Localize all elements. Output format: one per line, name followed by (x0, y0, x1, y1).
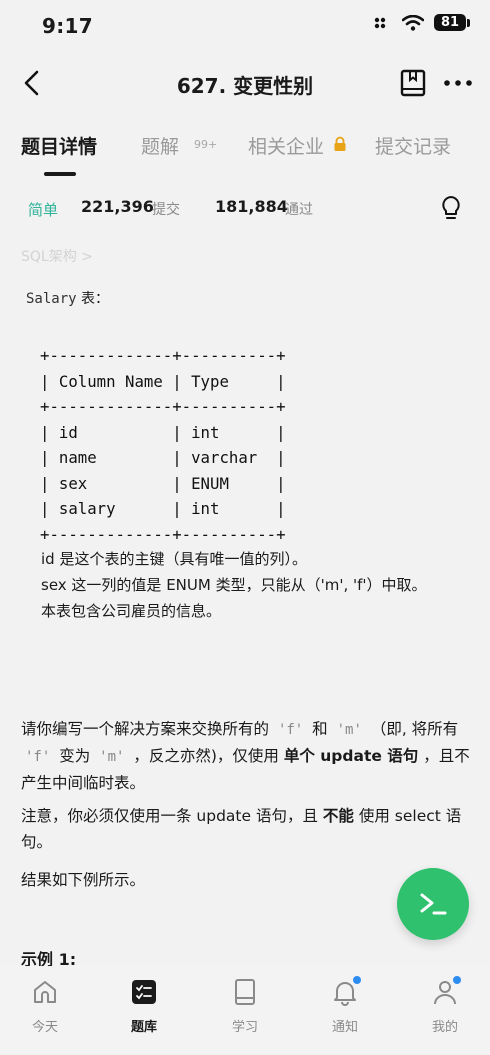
nav-today-label: 今天 (31, 1020, 58, 1035)
table-name-line: Salary 表： (26, 288, 109, 308)
problem-stats: 简单 221,396 提交 181,884 通过 (0, 195, 490, 225)
nav-problems-label: 题库 (130, 1020, 157, 1035)
more-options-icon[interactable] (442, 70, 474, 96)
table-name-code: Salary (26, 291, 77, 307)
profile-dot (453, 976, 461, 984)
nav-me[interactable]: 我的 (405, 976, 485, 1035)
sql-schema-link[interactable]: SQL架构 > (21, 246, 93, 266)
tab-submissions[interactable]: 提交记录 (375, 132, 451, 159)
text: 请你编写一个解决方案来交换所有的 (21, 720, 274, 738)
home-icon (34, 981, 56, 1003)
accepted-label: 通过 (285, 202, 313, 218)
nav-today[interactable]: 今天 (5, 978, 85, 1035)
tab-bar: 题目详情 题解 99+ 相关企业 提交记录 (0, 128, 490, 180)
status-time: 9:17 (42, 14, 93, 38)
nav-study-label: 学习 (231, 1020, 258, 1035)
nav-bar: 627. 变更性别 (0, 56, 490, 112)
task-description: 请你编写一个解决方案来交换所有的 'f' 和 'm' （即, 将所有 'f' 变… (21, 716, 471, 796)
nav-problems[interactable]: 题库 (104, 978, 184, 1035)
wifi-icon (402, 14, 424, 31)
cellular-icon (374, 17, 386, 28)
text: ，反之亦然)，仅使用 (128, 747, 284, 765)
battery-icon (467, 18, 470, 27)
lock-icon (334, 136, 346, 151)
inline-code: 'f' (277, 722, 304, 738)
notebook-icon[interactable] (398, 68, 428, 98)
battery-level: 81 (434, 14, 466, 31)
schema-notes: id 是这个表的主键（具有唯一值的列）。 sex 这一列的值是 ENUM 类型，… (41, 546, 461, 624)
bold-text: 不能 (322, 807, 354, 825)
nav-notifications[interactable]: 通知 (305, 976, 385, 1035)
submissions-label: 提交 (152, 202, 180, 218)
code-editor-button[interactable] (397, 868, 469, 940)
task-note: 注意，你必须仅使用一条 update 语句，且 不能 使用 select 语句。 (21, 803, 471, 855)
note-primary-key: id 是这个表的主键（具有唯一值的列）。 (41, 550, 307, 568)
nav-study[interactable]: 学习 (205, 978, 285, 1035)
table-name-suffix: 表： (76, 291, 110, 307)
active-tab-indicator (44, 172, 76, 176)
notification-dot (353, 976, 361, 984)
note-sex-enum: sex 这一列的值是 ENUM 类型，只能从（'m', 'f'）中取。 (41, 576, 427, 594)
nav-me-label: 我的 (431, 1020, 458, 1035)
schema-table: +-------------+----------+ | Column Name… (40, 346, 286, 544)
problem-list-icon (132, 980, 156, 1004)
tab-companies[interactable]: 相关企业 (248, 132, 324, 159)
tab-detail[interactable]: 题目详情 (21, 132, 97, 159)
note-table-info: 本表包含公司雇员的信息。 (41, 602, 222, 620)
terminal-icon (420, 893, 447, 915)
inline-code: 'm' (336, 722, 362, 738)
bottom-nav: 今天 题库 学习 通知 我的 (0, 966, 490, 1055)
accepted-count: 181,884 (215, 197, 288, 216)
status-bar: 9:17 81 (0, 0, 490, 52)
text: （即, 将所有 (365, 720, 459, 738)
difficulty-label: 简单 (28, 201, 59, 219)
inline-code: 'm' (99, 749, 125, 765)
book-icon (235, 979, 255, 1005)
bold-text: 单个 update 语句 (283, 747, 419, 765)
solutions-count-badge: 99+ (194, 138, 218, 151)
inline-code: 'f' (25, 749, 51, 765)
text: 和 (307, 720, 333, 738)
tab-solutions[interactable]: 题解 (141, 132, 179, 159)
status-icons: 81 (374, 14, 470, 31)
submissions-count: 221,396 (81, 197, 154, 216)
text: 变为 (54, 747, 96, 765)
text: 注意，你必须仅使用一条 update 语句，且 (21, 807, 323, 825)
lightbulb-icon[interactable] (440, 195, 462, 221)
nav-notifications-label: 通知 (331, 1020, 358, 1035)
